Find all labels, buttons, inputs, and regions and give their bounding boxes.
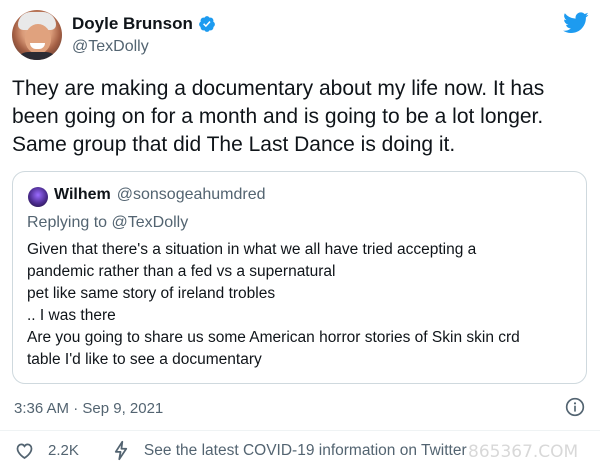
quoted-line: .. I was there [27, 307, 116, 324]
author-name-row: Doyle Brunson [72, 14, 216, 34]
tweet-timestamp[interactable]: 3:36 AM · Sep 9, 2021 [14, 400, 163, 417]
replying-to-prefix: Replying to [27, 214, 108, 231]
quoted-line: Given that there's a situation in what w… [27, 241, 477, 258]
covid-info-link[interactable]: See the latest COVID-19 information on T… [144, 442, 467, 460]
replying-to-line: Replying to @TexDolly [27, 214, 188, 232]
quoted-author-handle: @sonsogeahumdred [116, 186, 266, 203]
author-avatar[interactable] [12, 10, 62, 60]
heart-icon[interactable] [14, 440, 35, 461]
info-icon[interactable] [565, 397, 585, 417]
quoted-author-avatar [28, 187, 48, 207]
quoted-line: Are you going to share us some American … [27, 329, 520, 346]
quoted-author-row: Wilhem @sonsogeahumdred [54, 186, 266, 204]
quoted-author-name: Wilhem [54, 186, 111, 203]
avatar-shirt [16, 52, 58, 60]
quoted-line: table I'd like to see a documentary [27, 351, 262, 368]
quoted-line: pandemic rather than a fed vs a supernat… [27, 263, 336, 280]
bolt-icon [114, 440, 127, 461]
actions-divider [0, 430, 600, 431]
author-display-name[interactable]: Doyle Brunson [72, 14, 193, 34]
twitter-logo-icon[interactable] [563, 12, 589, 34]
tweet-actions: 2.2K See the latest COVID-19 information… [14, 440, 467, 461]
avatar-face [25, 24, 51, 54]
quoted-tweet-card[interactable]: Wilhem @sonsogeahumdred Replying to @Tex… [12, 171, 587, 384]
site-watermark: 865367.COM [468, 442, 579, 462]
replying-to-handle[interactable]: @TexDolly [112, 214, 189, 231]
tweet-text: They are making a documentary about my l… [12, 77, 545, 156]
quoted-tweet-body: Given that there's a situation in what w… [27, 239, 577, 371]
author-handle[interactable]: @TexDolly [72, 38, 149, 56]
verified-icon [199, 16, 215, 32]
quoted-line: pet like same story of ireland trobles [27, 285, 276, 302]
like-count[interactable]: 2.2K [48, 442, 79, 459]
